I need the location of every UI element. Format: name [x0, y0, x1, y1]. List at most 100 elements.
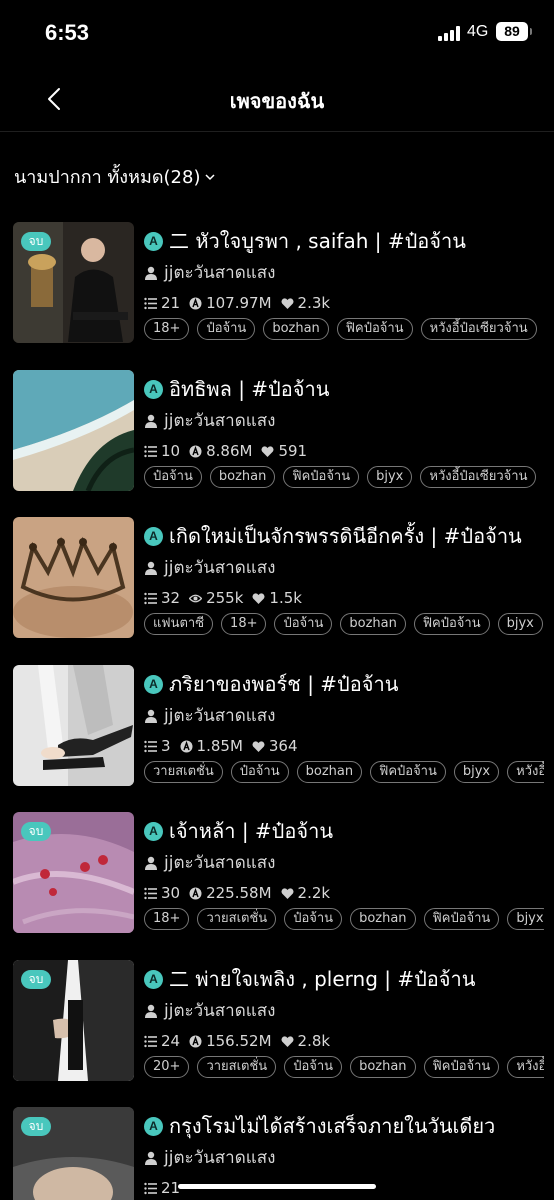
- story-title[interactable]: กรุงโรมไม่ได้สร้างเสร็จภายในวันเดียว: [169, 1110, 495, 1142]
- story-info: A เจ้าหล้า | #ป๋อจ้าน jjตะวันสาดแสง 30 225.5…: [144, 812, 544, 934]
- tag-chip[interactable]: 18+: [144, 318, 190, 340]
- story-title[interactable]: ภริยาของพอร์ช | #ป๋อจ้าน: [169, 668, 398, 700]
- story-info: A ภริยาของพอร์ช | #ป๋อจ้าน jjตะวันสาดแสง 3 1…: [144, 665, 544, 787]
- chapter-count-value: 32: [161, 589, 181, 607]
- story-title[interactable]: 二 พ่ายใจเพลิง , plerng | #ป๋อจ้าน: [169, 963, 475, 995]
- story-cover[interactable]: จบ: [13, 222, 134, 343]
- tag-chip[interactable]: bozhan: [350, 1056, 416, 1078]
- tag-chip[interactable]: 18+: [144, 908, 190, 930]
- tag-chip[interactable]: แฟนตาซี: [144, 613, 214, 635]
- tag-chip[interactable]: หวังอี้ป๋อเซียวจ้าน: [420, 318, 537, 340]
- like-count-value: 1.5k: [269, 589, 302, 607]
- story-author-row: jjตะวันสาดแสง: [144, 702, 275, 729]
- tag-chip[interactable]: ฟิคป๋อจ้าน: [283, 466, 360, 488]
- chapter-count-value: 30: [161, 884, 181, 902]
- story-title[interactable]: เกิดใหม่เป็นจักรพรรดินีอีกครั้ง | #ป๋อจ้…: [169, 520, 522, 552]
- story-item[interactable]: จบ A เจ้าหล้า | #ป๋อจ้าน jjตะวันสาดแสง 30 225…: [0, 812, 554, 934]
- story-title-row[interactable]: A อิทธิพล | #ป๋อจ้าน: [144, 373, 544, 405]
- story-author: jjตะวันสาดแสง: [164, 1148, 276, 1168]
- view-count: 225.58M: [189, 884, 272, 902]
- completed-badge: จบ: [21, 232, 51, 251]
- author-icon: [145, 414, 157, 428]
- home-indicator[interactable]: [178, 1184, 376, 1189]
- tag-chip[interactable]: bjyx: [453, 761, 500, 783]
- a-badge-icon: A: [144, 231, 163, 251]
- story-cover[interactable]: [13, 665, 134, 786]
- story-title-row[interactable]: A กรุงโรมไม่ได้สร้างเสร็จภายในวันเดียว: [144, 1110, 544, 1142]
- author-icon: [145, 1004, 157, 1018]
- story-author-row: jjตะวันสาดแสง: [144, 1144, 275, 1171]
- like-count: 2.8k: [281, 1032, 331, 1050]
- tag-chip[interactable]: ฟิคป๋อจ้าน: [370, 761, 446, 783]
- story-item[interactable]: A ภริยาของพอร์ช | #ป๋อจ้าน jjตะวันสาดแสง 3 1…: [0, 665, 554, 787]
- tag-chip[interactable]: วายสเตชั่น: [144, 761, 223, 783]
- chapter-count-value: 24: [161, 1032, 181, 1050]
- tag-chip[interactable]: bozhan: [263, 318, 329, 340]
- tag-chip[interactable]: หวังอี้: [507, 761, 544, 783]
- author-icon: [145, 1151, 157, 1165]
- story-title-row[interactable]: A เกิดใหม่เป็นจักรพรรดินีอีกครั้ง | #ป๋อจ…: [144, 520, 544, 552]
- pen-name-filter[interactable]: นามปากกา ทั้งหมด(28): [14, 162, 216, 191]
- story-title-row[interactable]: A เจ้าหล้า | #ป๋อจ้าน: [144, 815, 544, 847]
- completed-badge: จบ: [21, 822, 51, 841]
- story-author-row: jjตะวันสาดแสง: [144, 997, 275, 1024]
- story-item[interactable]: A อิทธิพล | #ป๋อจ้าน jjตะวันสาดแสง 10 8.86M 5…: [0, 370, 554, 492]
- author-icon: [145, 266, 157, 280]
- tag-chip[interactable]: bjyx: [507, 908, 544, 930]
- story-cover[interactable]: [13, 370, 134, 491]
- eye-icon: [189, 594, 203, 602]
- tag-chip[interactable]: ป๋อจ้าน: [230, 761, 289, 783]
- story-stats: 21 107.97M 2.3k: [144, 294, 339, 312]
- story-info: A 二 หัวใจบูรพา , saifah | #ป๋อจ้าน jjตะวัน…: [144, 222, 544, 344]
- story-title-row[interactable]: A ภริยาของพอร์ช | #ป๋อจ้าน: [144, 668, 544, 700]
- tag-chip[interactable]: ป๋อจ้าน: [284, 1056, 343, 1078]
- tag-chip[interactable]: ฟิคป๋อจ้าน: [413, 613, 490, 635]
- story-item[interactable]: จบ A 二 หัวใจบูรพา , saifah | #ป๋อจ้าน jjตะว…: [0, 222, 554, 344]
- tag-chip[interactable]: bozhan: [350, 908, 416, 930]
- tag-chip[interactable]: bozhan: [296, 761, 363, 783]
- tag-chip[interactable]: bozhan: [340, 613, 406, 635]
- tag-chip[interactable]: วายสเตชั่น: [197, 1056, 277, 1078]
- tag-chip[interactable]: ป๋อจ้าน: [284, 908, 343, 930]
- tag-chip[interactable]: ฟิคป๋อจ้าน: [423, 1056, 500, 1078]
- tag-chip[interactable]: bozhan: [209, 466, 276, 488]
- tag-chip[interactable]: bjyx: [497, 613, 543, 635]
- tag-chip[interactable]: ป๋อจ้าน: [274, 613, 333, 635]
- like-count-value: 591: [278, 442, 308, 460]
- story-cover[interactable]: [13, 517, 134, 638]
- story-title-row[interactable]: A 二 หัวใจบูรพา , saifah | #ป๋อจ้าน: [144, 225, 544, 257]
- story-cover[interactable]: จบ: [13, 960, 134, 1081]
- tag-chip[interactable]: วายสเตชั่น: [197, 908, 277, 930]
- tag-chip[interactable]: 18+: [221, 613, 267, 635]
- a-coin-icon: [189, 1035, 202, 1047]
- story-item[interactable]: A เกิดใหม่เป็นจักรพรรดินีอีกครั้ง | #ป๋อจ…: [0, 517, 554, 639]
- story-title[interactable]: อิทธิพล | #ป๋อจ้าน: [169, 373, 329, 405]
- story-stats: 30 225.58M 2.2k: [144, 884, 339, 902]
- view-count-value: 107.97M: [206, 294, 272, 312]
- story-title[interactable]: เจ้าหล้า | #ป๋อจ้าน: [169, 815, 333, 847]
- story-title-row[interactable]: A 二 พ่ายใจเพลิง , plerng | #ป๋อจ้าน: [144, 963, 544, 995]
- tag-chip[interactable]: หวังอี้: [507, 1056, 544, 1078]
- story-cover[interactable]: จบ: [13, 1107, 134, 1200]
- tag-chip[interactable]: bjyx: [367, 466, 413, 488]
- tag-chip[interactable]: ฟิคป๋อจ้าน: [336, 318, 413, 340]
- story-tags: 20+ วายสเตชั่น ป๋อจ้าน bozhan ฟิคป๋อจ้าน หวัง…: [144, 1056, 544, 1078]
- story-title[interactable]: 二 หัวใจบูรพา , saifah | #ป๋อจ้าน: [169, 225, 466, 257]
- tag-chip[interactable]: หวังอี้ป๋อเซียวจ้าน: [420, 466, 537, 488]
- story-item[interactable]: จบ A 二 พ่ายใจเพลิง , plerng | #ป๋อจ้าน jjตะ…: [0, 960, 554, 1082]
- story-stats: 24 156.52M 2.8k: [144, 1032, 339, 1050]
- tag-chip[interactable]: 20+: [144, 1056, 190, 1078]
- tag-chip[interactable]: ป๋อจ้าน: [144, 466, 202, 488]
- like-count-value: 364: [268, 737, 298, 755]
- tag-chip[interactable]: ฟิคป๋อจ้าน: [423, 908, 500, 930]
- story-cover[interactable]: จบ: [13, 812, 134, 933]
- author-icon: [145, 561, 157, 575]
- heart-icon: [281, 1035, 294, 1047]
- tag-chip[interactable]: ป๋อจ้าน: [197, 318, 256, 340]
- chapter-count-value: 21: [161, 294, 181, 312]
- chevron-down-icon: [205, 173, 215, 180]
- like-count-value: 2.8k: [297, 1032, 331, 1050]
- signal-icon: [438, 26, 462, 41]
- story-stats: 3 1.85M 364: [144, 737, 307, 755]
- story-author: jjตะวันสาดแสง: [164, 263, 276, 283]
